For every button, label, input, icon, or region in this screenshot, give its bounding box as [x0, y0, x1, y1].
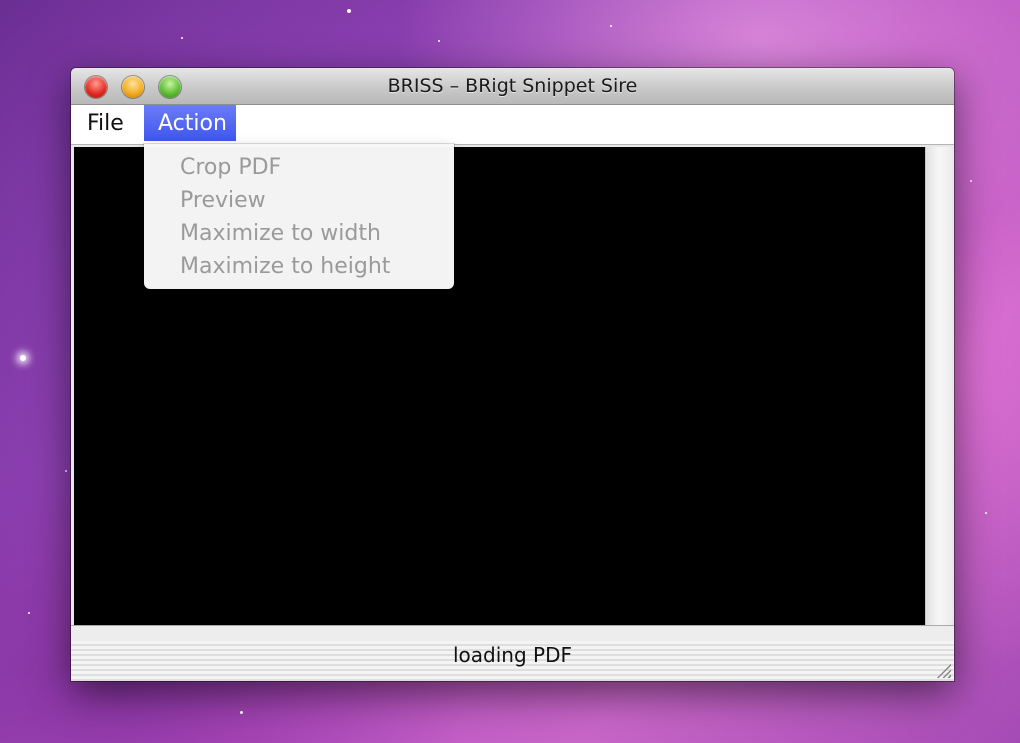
status-text: loading PDF — [453, 643, 572, 667]
star — [20, 355, 26, 361]
menu-file[interactable]: File — [73, 105, 138, 141]
menu-action[interactable]: Action — [144, 105, 236, 141]
menu-item-crop-pdf[interactable]: Crop PDF — [180, 151, 281, 184]
star — [181, 37, 183, 39]
vertical-scrollbar[interactable] — [925, 147, 952, 625]
title-bar[interactable]: BRISS – BRigt Snippet Sire — [71, 68, 954, 105]
star — [65, 470, 67, 472]
star — [347, 9, 351, 13]
star — [28, 612, 30, 614]
minimize-button-icon[interactable] — [122, 76, 144, 98]
star — [610, 25, 612, 27]
star — [240, 711, 243, 714]
star — [985, 512, 987, 514]
resize-grip-icon[interactable] — [935, 662, 951, 678]
status-bar: loading PDF — [71, 641, 954, 681]
status-divider — [71, 625, 954, 642]
menu-item-preview[interactable]: Preview — [180, 184, 266, 217]
menu-bar: File Action — [71, 105, 954, 145]
star — [438, 40, 440, 42]
action-menu-dropdown: Crop PDF Preview Maximize to width Maxim… — [144, 144, 454, 289]
star — [970, 180, 972, 182]
zoom-button-icon[interactable] — [159, 76, 181, 98]
close-button-icon[interactable] — [85, 76, 107, 98]
menu-item-maximize-to-height[interactable]: Maximize to height — [180, 250, 390, 283]
menu-item-maximize-to-width[interactable]: Maximize to width — [180, 217, 381, 250]
window-title: BRISS – BRigt Snippet Sire — [387, 75, 638, 97]
